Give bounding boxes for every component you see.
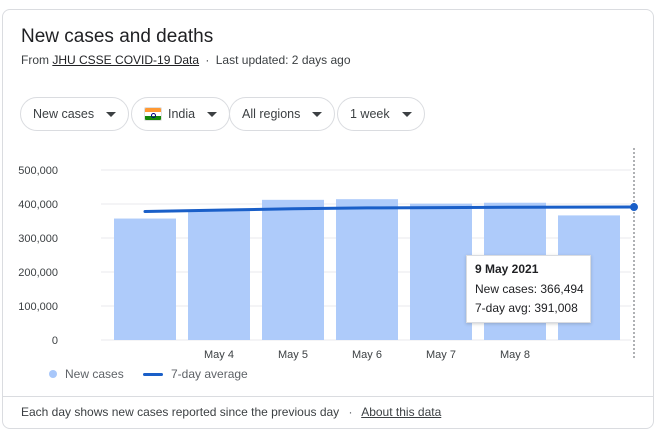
- tooltip-new-cases: New cases: 366,494: [475, 282, 584, 296]
- footer-divider: [3, 396, 653, 397]
- x-tick-label: May 7: [426, 349, 456, 361]
- bar-may-5: [262, 199, 324, 340]
- legend-label-new-cases: New cases: [65, 367, 124, 381]
- legend-item-new-cases: New cases: [49, 367, 124, 381]
- average-hover-point: [630, 203, 638, 212]
- tooltip-average: 7-day avg: 391,008: [475, 301, 578, 315]
- y-tick-label: 0: [52, 335, 58, 347]
- cases-chart[interactable]: 0 100,000 200,000 300,000 400,000 500,000 May …: [3, 10, 654, 390]
- bar-may-3: [114, 218, 176, 340]
- footer-separator: ·: [348, 405, 353, 419]
- y-tick-label: 400,000: [18, 199, 58, 211]
- bar-may-7: [410, 203, 472, 340]
- y-tick-label: 100,000: [18, 301, 58, 313]
- y-tick-label: 500,000: [18, 165, 58, 177]
- footer: Each day shows new cases reported since …: [21, 405, 441, 419]
- bar-legend-swatch: [49, 370, 57, 378]
- legend-label-average: 7-day average: [171, 367, 248, 381]
- bar-may-4: [188, 210, 250, 340]
- tooltip-date: 9 May 2021: [475, 262, 539, 276]
- bar-may-6: [336, 199, 398, 340]
- x-tick-label: May 6: [352, 349, 382, 361]
- x-tick-label: May 4: [204, 349, 234, 361]
- line-legend-swatch: [143, 372, 163, 376]
- legend-item-average: 7-day average: [143, 367, 248, 381]
- y-tick-label: 300,000: [18, 233, 58, 245]
- y-tick-label: 200,000: [18, 267, 58, 279]
- about-data-link[interactable]: About this data: [361, 405, 441, 419]
- chart-tooltip: 9 May 2021 New cases: 366,494 7-day avg:…: [466, 255, 591, 323]
- footer-note: Each day shows new cases reported since …: [21, 405, 340, 419]
- x-tick-label: May 5: [278, 349, 308, 361]
- x-tick-label: May 8: [500, 349, 530, 361]
- covid-cases-card: New cases and deaths From JHU CSSE COVID…: [2, 9, 654, 429]
